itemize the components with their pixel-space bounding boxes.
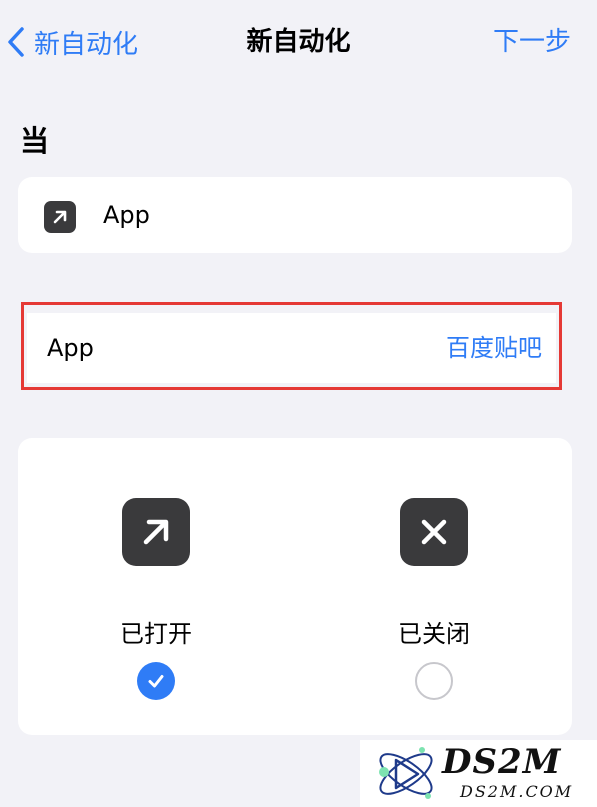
trigger-card[interactable]: App (18, 177, 572, 253)
option-closed-checkbox[interactable] (415, 662, 453, 700)
next-button[interactable]: 下一步 (493, 22, 571, 62)
trigger-label: App (103, 201, 150, 229)
option-opened-label: 已打开 (120, 620, 192, 648)
state-options-card: 已打开 已关闭 (18, 438, 572, 735)
arrow-up-right-icon (44, 201, 76, 233)
option-opened[interactable]: 已打开 (56, 438, 256, 735)
watermark: DS2M DS2M.COM (360, 740, 597, 807)
app-row-value[interactable]: 百度贴吧 (446, 313, 542, 383)
option-opened-checkbox[interactable] (137, 662, 175, 700)
watermark-url: DS2M.COM (460, 782, 574, 801)
app-row-label: App (47, 334, 94, 362)
app-selection-row[interactable]: App 百度贴吧 (27, 313, 556, 383)
checkmark-icon (148, 675, 164, 688)
navigation-bar: 新自动化 新自动化 下一步 (0, 0, 597, 84)
option-closed[interactable]: 已关闭 (334, 438, 534, 735)
section-title: 当 (20, 124, 50, 158)
watermark-name: DS2M (442, 742, 562, 782)
close-x-icon (400, 498, 468, 566)
option-closed-label: 已关闭 (398, 620, 470, 648)
arrow-up-right-icon (122, 498, 190, 566)
highlight-box: App 百度贴吧 (21, 302, 562, 390)
watermark-logo-icon (379, 747, 433, 799)
